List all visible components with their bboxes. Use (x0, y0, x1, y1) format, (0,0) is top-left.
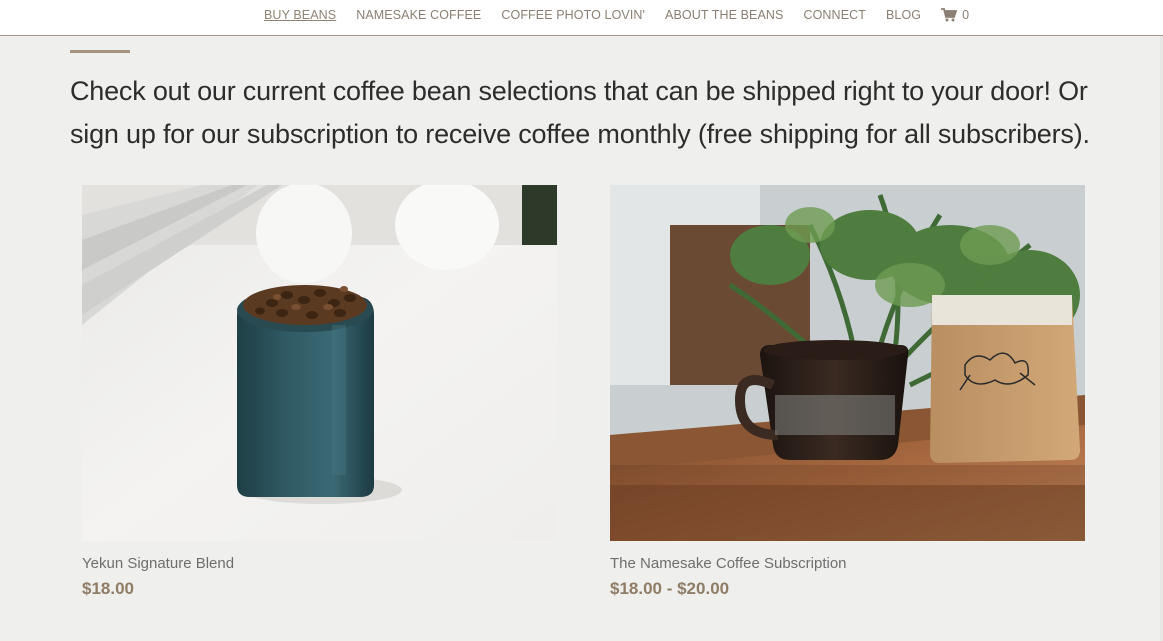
product-price: $18.00 - $20.00 (610, 579, 730, 598)
cart-link[interactable]: 0 (941, 8, 969, 22)
shopping-cart-icon (941, 8, 958, 22)
product-image-mug-and-bag[interactable] (610, 185, 1085, 541)
nav-item-namesake-coffee[interactable]: NAMESAKE COFFEE (356, 8, 481, 22)
nav-menu: BUY BEANS NAMESAKE COFFEE COFFEE PHOTO L… (264, 0, 969, 30)
product-card[interactable]: The Namesake Coffee Subscription $18.00 … (610, 185, 1085, 599)
product-name[interactable]: Yekun Signature Blend (82, 555, 557, 572)
nav-item-buy-beans[interactable]: BUY BEANS (264, 8, 336, 22)
nav-item-connect[interactable]: CONNECT (803, 8, 866, 22)
top-navigation: BUY BEANS NAMESAKE COFFEE COFFEE PHOTO L… (0, 0, 1163, 36)
nav-item-about-the-beans[interactable]: ABOUT THE BEANS (665, 8, 783, 22)
nav-item-coffee-photo-lovin[interactable]: COFFEE PHOTO LOVIN' (501, 8, 645, 22)
section-accent-line (70, 50, 130, 53)
nav-item-blog[interactable]: BLOG (886, 8, 921, 22)
product-name[interactable]: The Namesake Coffee Subscription (610, 555, 1085, 572)
product-price: $18.00 (82, 579, 134, 598)
product-card[interactable]: Yekun Signature Blend $18.00 (82, 185, 557, 599)
product-image-blue-cup[interactable] (82, 185, 557, 541)
intro-text: Check out our current coffee bean select… (70, 76, 1090, 149)
cart-count: 0 (962, 8, 970, 22)
